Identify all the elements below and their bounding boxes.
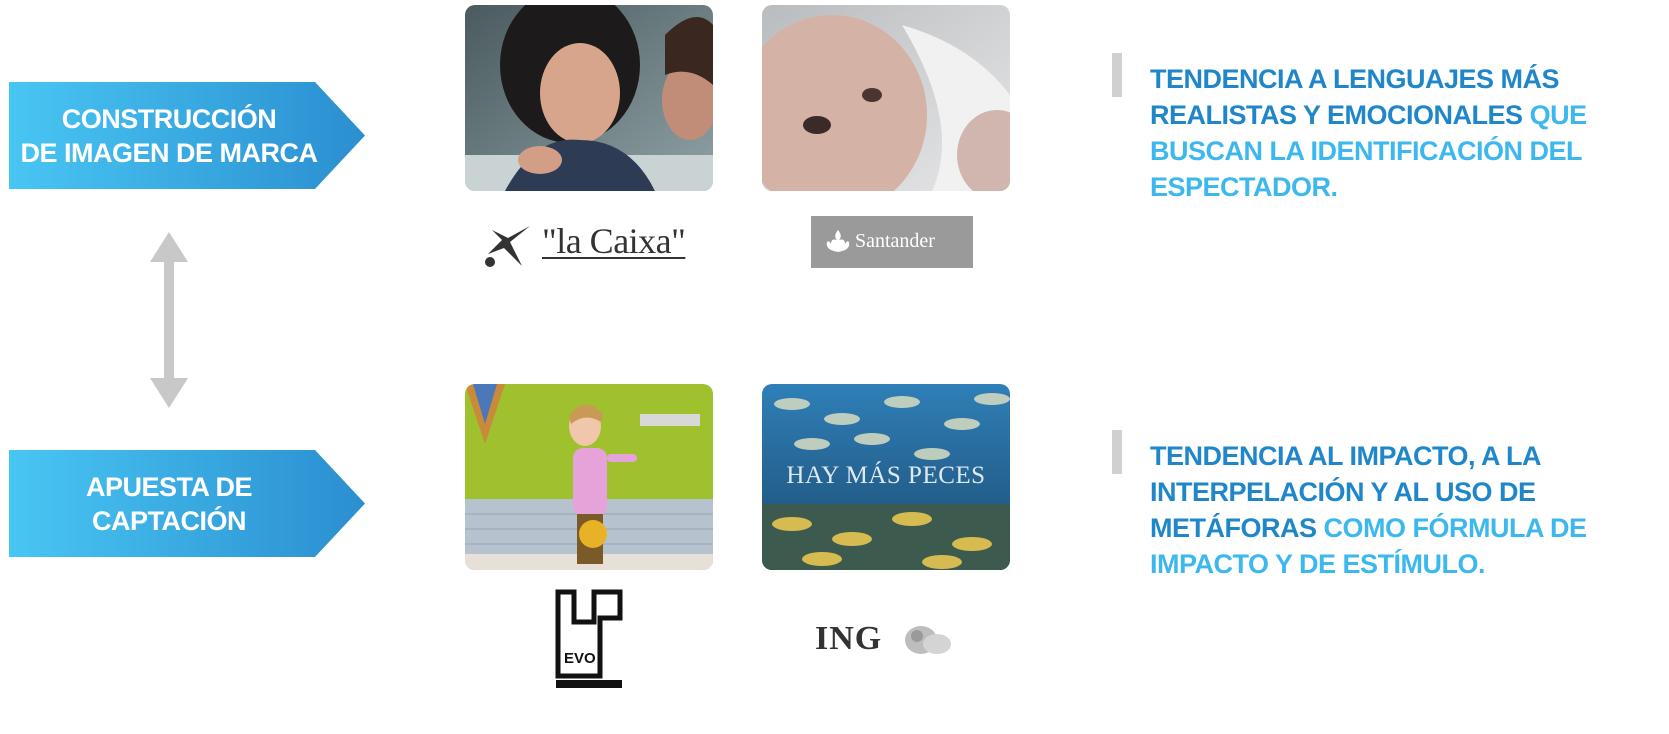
- realism-statement: TENDENCIA A LENGUAJES MÁS REALISTAS Y EM…: [1150, 61, 1665, 205]
- double-arrow-icon: [150, 232, 188, 408]
- caixa-ad-thumbnail: [465, 5, 713, 191]
- ing-logo-text: ING: [815, 620, 883, 657]
- ing-overlay-caption: HAY MÁS PECES: [786, 462, 986, 489]
- flame-icon: [826, 230, 850, 252]
- slide: CONSTRUCCIÓN DE IMAGEN DE MARCA APUESTA …: [0, 0, 1669, 734]
- impact-statement: TENDENCIA AL IMPACTO, A LA INTERPELACIÓN…: [1150, 438, 1665, 582]
- evo-logo-text: EVO: [564, 650, 596, 667]
- banner-label: APUESTA DE CAPTACIÓN: [9, 450, 329, 557]
- banner-line-2: CAPTACIÓN: [92, 505, 247, 536]
- caixa-logo-text: "la Caixa": [542, 221, 686, 261]
- acquisition-banner: APUESTA DE CAPTACIÓN: [9, 450, 365, 557]
- banner-label: CONSTRUCCIÓN DE IMAGEN DE MARCA: [9, 82, 329, 189]
- santander-logo: Santander: [811, 216, 973, 268]
- statement-highlight: TENDENCIA A LENGUAJES MÁS REALISTAS Y EM…: [1150, 64, 1560, 130]
- divider-bar: [1112, 430, 1122, 474]
- baby-photo-image: [762, 5, 1010, 191]
- ping-pong-player-image: [465, 384, 713, 570]
- banner-line-1: CONSTRUCCIÓN: [61, 103, 277, 134]
- evo-ad-thumbnail: [465, 384, 713, 570]
- ing-ad-thumbnail: HAY MÁS PECES: [762, 384, 1010, 570]
- santander-logo-text: Santander: [855, 230, 935, 252]
- ing-logo: ING: [815, 618, 965, 668]
- evo-emblem-icon: [555, 589, 623, 688]
- woman-photo-image: [465, 5, 713, 191]
- divider-bar: [1112, 53, 1122, 97]
- banner-line-2: DE IMAGEN DE MARCA: [20, 137, 318, 168]
- evo-logo: EVO: [554, 588, 624, 692]
- lion-icon: [905, 626, 951, 654]
- santander-ad-thumbnail: [762, 5, 1010, 191]
- brand-building-banner: CONSTRUCCIÓN DE IMAGEN DE MARCA: [9, 82, 365, 189]
- star-icon: [485, 226, 530, 267]
- caixa-logo: "la Caixa": [480, 220, 700, 270]
- banner-line-1: APUESTA DE: [85, 471, 253, 502]
